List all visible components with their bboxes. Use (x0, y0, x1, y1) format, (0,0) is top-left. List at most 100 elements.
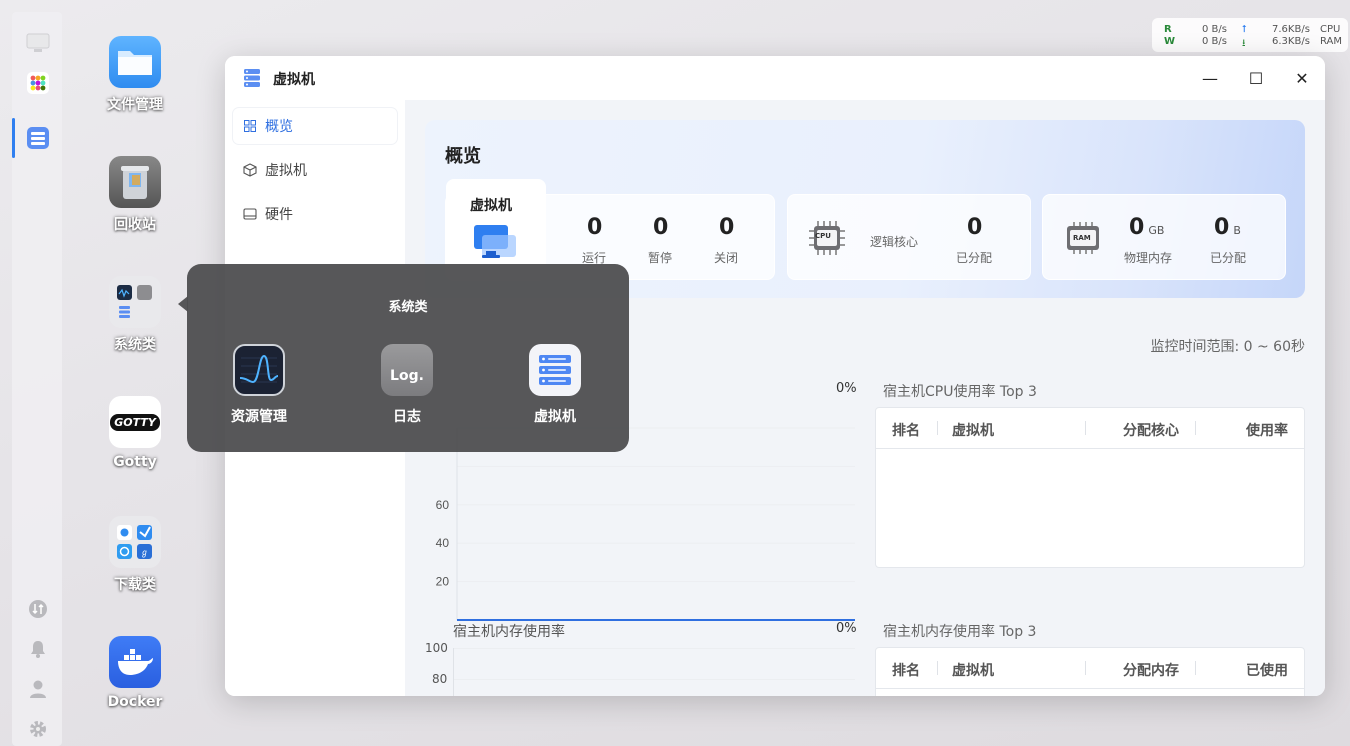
monitor-time-range: 监控时间范围: 0 ~ 60秒 (1150, 339, 1305, 355)
trash-icon (109, 156, 161, 208)
desktop-folder-system[interactable]: 系统类 (95, 276, 175, 354)
window-titlebar[interactable]: 虚拟机 — ☐ ✕ (225, 56, 1325, 100)
cpu-allocated-count: 0 (967, 215, 983, 240)
column-separator (937, 661, 938, 675)
write-rate: 0 B/s (1202, 36, 1227, 47)
mem-y-axis (453, 648, 454, 696)
col-allocated-memory: 分配内存 (1123, 663, 1179, 679)
desktop-app-label: Docker (107, 694, 163, 710)
disk-icon (243, 207, 257, 221)
desktop-app-label: Gotty (113, 454, 157, 470)
popup-title: 系统类 (388, 300, 428, 315)
column-separator (1085, 421, 1086, 435)
mem-ytick: 100 (425, 641, 448, 655)
col-vm: 虚拟机 (952, 663, 994, 679)
minimize-button[interactable]: — (1197, 66, 1223, 90)
vm-running-count: 0 (587, 215, 603, 240)
col-rank: 排名 (892, 423, 920, 439)
window-title: 虚拟机 (273, 72, 315, 88)
cpu-chart-grid: 60 40 20 (436, 427, 855, 621)
desktop-folder-download[interactable]: ℊ 下载类 (95, 516, 175, 594)
sidebar-item-hardware[interactable]: 硬件 (233, 196, 397, 232)
mem-top3-table: 排名 虚拟机 分配内存 已使用 (875, 647, 1305, 696)
cpu-ytick: 20 (436, 575, 450, 589)
column-separator (1085, 661, 1086, 675)
col-allocated-cores: 分配核心 (1123, 423, 1179, 439)
log-icon: Log. (381, 344, 433, 396)
user-icon[interactable] (25, 676, 51, 702)
cpu-allocated-label: 已分配 (956, 251, 993, 265)
cube-icon (243, 163, 257, 177)
mem-ytick: 80 (432, 672, 448, 686)
vm-card-title: 虚拟机 (470, 198, 512, 214)
cpu-stats-card: CPU 逻辑核心 0 已分配 (787, 194, 1031, 280)
system-folder-popup: 系统类 资源管理 Log. 日志 虚拟机 (187, 264, 629, 452)
grid-icon (243, 119, 257, 133)
folder-icon (109, 36, 161, 88)
mem-chart-title: 宿主机内存使用率 (453, 624, 565, 640)
upload-arrow-icon: ⭡ (1242, 24, 1247, 35)
column-separator (1195, 421, 1196, 435)
read-label: R (1164, 24, 1172, 35)
physical-memory-value: 0 GB (1129, 215, 1164, 240)
ram-label: RAM (1320, 36, 1343, 47)
mem-gridline (453, 648, 855, 649)
cpu-chip-icon (808, 219, 848, 263)
ram-allocated-unit: B (1233, 224, 1241, 237)
maximize-button[interactable]: ☐ (1243, 66, 1269, 90)
sidebar-item-label: 虚拟机 (265, 163, 307, 179)
mem-top3-title: 宿主机内存使用率 Top 3 (883, 624, 1037, 640)
desktop-app-recycle-bin[interactable]: 回收站 (95, 156, 175, 234)
desktop-app-docker[interactable]: Docker (95, 636, 175, 710)
cpu-top3-table: 排名 虚拟机 分配核心 使用率 (875, 407, 1305, 568)
ram-stats-card: RAM 0 GB 物理内存 0B 已分配 (1042, 194, 1286, 280)
popup-app-logs[interactable]: Log. 日志 (357, 344, 457, 426)
read-rate: 0 B/s (1202, 24, 1227, 35)
ram-chip-text: RAM (1073, 234, 1091, 242)
desktop-app-gotty[interactable]: GOTTY Gotty (95, 396, 175, 470)
desktop-app-label: 文件管理 (107, 97, 163, 113)
popup-app-label: 资源管理 (231, 409, 287, 425)
column-separator (937, 421, 938, 435)
close-button[interactable]: ✕ (1289, 66, 1315, 90)
vm-stopped-label: 关闭 (714, 251, 739, 265)
col-rank: 排名 (892, 663, 920, 679)
desktop-icon[interactable] (25, 30, 51, 56)
vm-paused-count: 0 (653, 215, 669, 240)
desktop-app-file-manager[interactable]: 文件管理 (95, 36, 175, 114)
network-monitor-widget: R 0 B/s ⭡ 7.6KB/s CPU W 0 B/s ⭳ 6.3KB/s … (1152, 18, 1348, 52)
popup-app-label: 虚拟机 (534, 409, 576, 425)
mem-usage-percent: 0% (836, 621, 857, 636)
transfer-icon[interactable] (25, 596, 51, 622)
col-vm: 虚拟机 (952, 423, 994, 439)
col-usage: 使用率 (1246, 423, 1288, 439)
gotty-logo-text: GOTTY (110, 413, 160, 431)
gotty-logo-icon: GOTTY (109, 396, 161, 448)
vm-app-icon (243, 68, 261, 92)
popup-app-resource-monitor[interactable]: 资源管理 (209, 344, 309, 426)
col-used: 已使用 (1246, 663, 1288, 679)
sidebar-item-overview[interactable]: 概览 (233, 108, 397, 144)
table-header-row: 排名 虚拟机 分配内存 已使用 (876, 648, 1304, 689)
ram-allocated-value: 0B (1214, 215, 1241, 240)
log-tile-text: Log. (390, 368, 424, 384)
sidebar-item-label: 硬件 (265, 207, 293, 223)
popup-app-vm[interactable]: 虚拟机 (505, 344, 605, 426)
system-folder-icon (109, 276, 161, 328)
app-launcher-icon[interactable] (25, 70, 51, 96)
desktop-app-label: 回收站 (114, 217, 156, 233)
svg-text:ℊ: ℊ (141, 548, 149, 558)
sidebar-item-vms[interactable]: 虚拟机 (233, 152, 397, 188)
cpu-ytick: 60 (436, 498, 450, 512)
download-arrow-icon: ⭳ (1242, 38, 1246, 49)
active-indicator (12, 118, 15, 158)
bell-icon[interactable] (25, 636, 51, 662)
gear-icon[interactable] (25, 716, 51, 742)
physical-memory-label: 物理内存 (1124, 251, 1173, 265)
monitor-icon (472, 223, 518, 265)
write-label: W (1164, 36, 1176, 47)
mem-gridline (453, 679, 855, 680)
cpu-chip-text: CPU (815, 232, 831, 240)
download-folder-icon: ℊ (109, 516, 161, 568)
vm-taskbar-icon[interactable] (25, 125, 51, 151)
